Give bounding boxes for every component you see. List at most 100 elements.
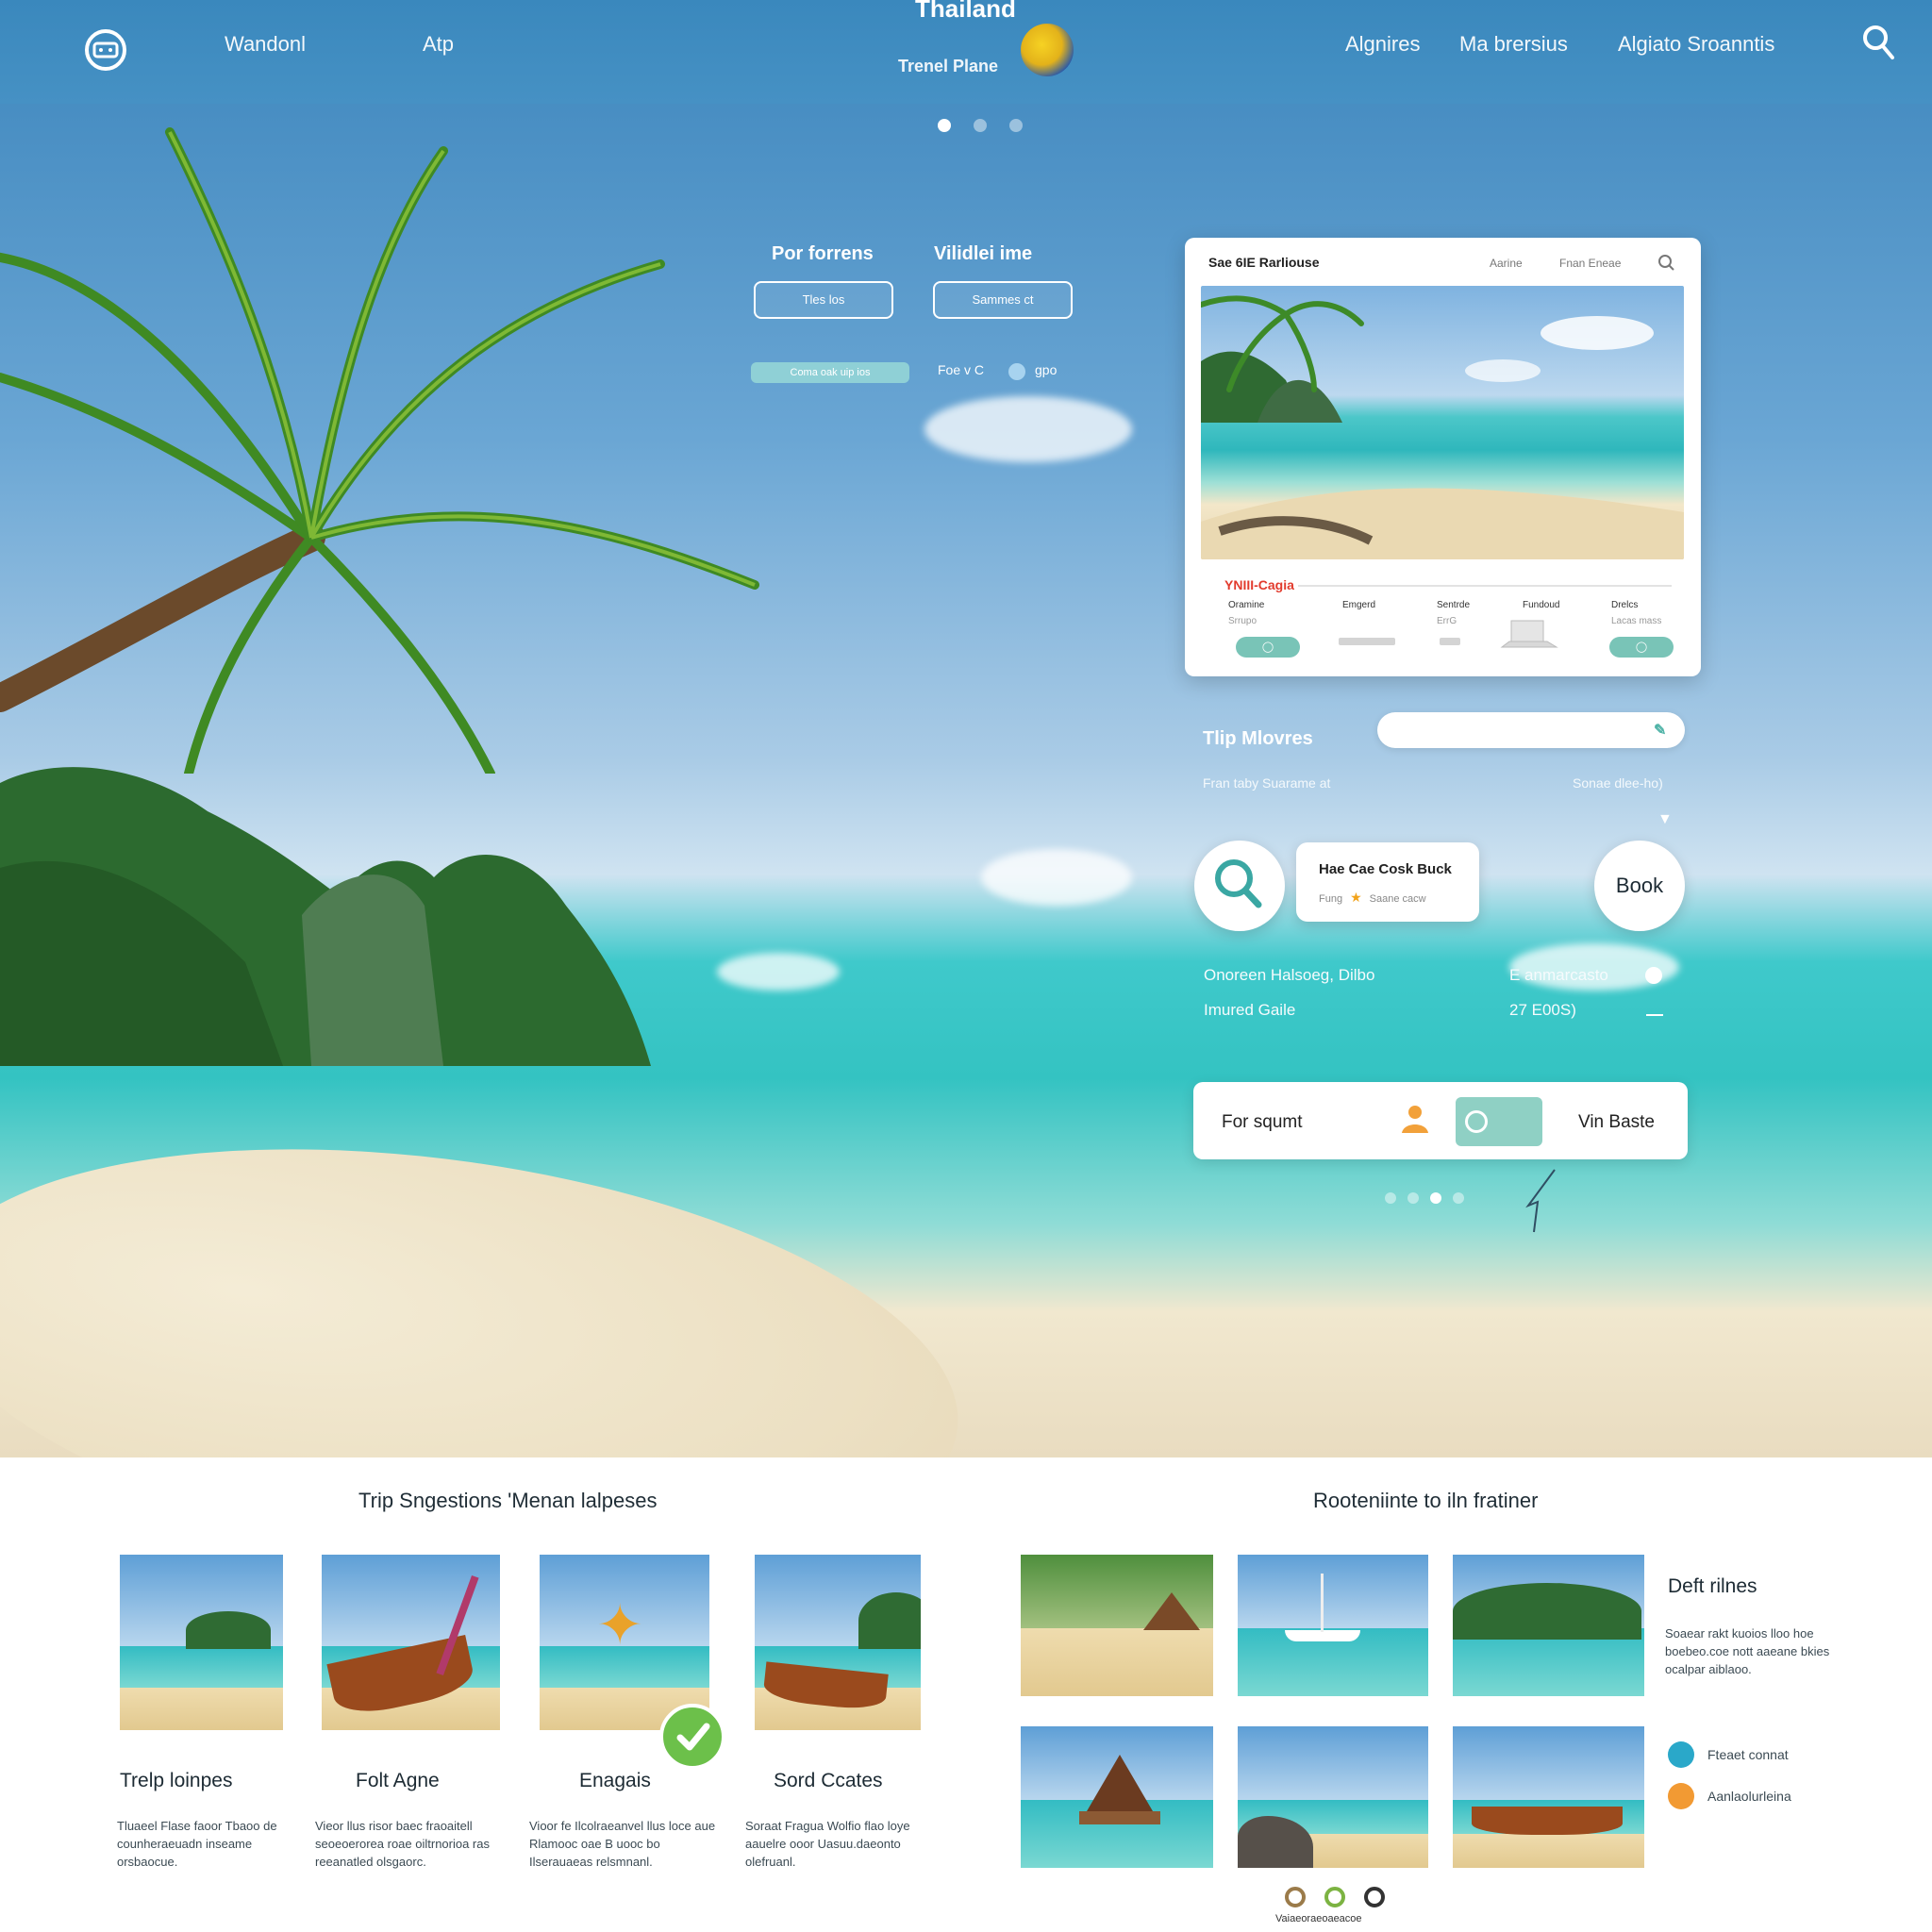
- pager-circle-icon[interactable]: [1285, 1887, 1306, 1907]
- chat-toggle[interactable]: [1456, 1097, 1542, 1146]
- column-label: Oramine: [1228, 600, 1265, 610]
- option-radio[interactable]: [1645, 967, 1662, 984]
- pager-dot[interactable]: [1430, 1192, 1441, 1204]
- preview-column-emgerd: Emgerd: [1342, 600, 1375, 610]
- recommend-image-island[interactable]: [1453, 1555, 1644, 1696]
- filter-label-vilidlei-ime: Vilidlei ime: [934, 243, 1033, 264]
- option-circle-icon: [1668, 1783, 1694, 1809]
- suggestion-description: Tluaeel Flase faoor Tbaoo de counheraeua…: [117, 1819, 277, 1869]
- preview-action-button[interactable]: ◯: [1236, 637, 1300, 658]
- island-cliffs: [0, 767, 651, 1066]
- collapse-icon[interactable]: [1646, 1014, 1663, 1016]
- pager-dot[interactable]: [1453, 1192, 1464, 1204]
- recommend-image-temple[interactable]: [1021, 1726, 1213, 1868]
- book-button[interactable]: Book: [1594, 841, 1685, 931]
- trip-left-caption: Fran taby Suarame at: [1203, 775, 1331, 791]
- wifi-icon: ▼: [1657, 811, 1673, 827]
- suggestion-title[interactable]: Folt Agne: [356, 1770, 440, 1792]
- column-sub: Lacas mass: [1611, 616, 1662, 626]
- recommend-image-sailboat[interactable]: [1238, 1555, 1428, 1696]
- beach-scene-illustration: [1201, 295, 1684, 559]
- star-icon: ✦: [596, 1593, 644, 1657]
- footer-text: Vaiaeoraeoaeacoe: [1275, 1913, 1362, 1924]
- quick-book-card[interactable]: Hae Cae Cosk Buck Fung ★ Saane cacw: [1296, 842, 1479, 922]
- quick-book-title: Hae Cae Cosk Buck: [1319, 861, 1452, 877]
- check-badge-icon[interactable]: [659, 1704, 725, 1770]
- search-icon: [1215, 859, 1262, 908]
- nav-link-atp[interactable]: Atp: [423, 32, 454, 57]
- preview-action-button[interactable]: ◯: [1609, 637, 1674, 658]
- suggestion-description: Soraat Fragua Wolfio flao loye aauelre o…: [745, 1819, 910, 1869]
- recommend-option[interactable]: Aanlaolurleina: [1668, 1783, 1791, 1809]
- palm-tree: [0, 127, 759, 774]
- preview-column-fundoud: Fundoud: [1523, 600, 1559, 610]
- recommend-image-beach-boat[interactable]: [1453, 1726, 1644, 1868]
- action-left-label[interactable]: For squmt: [1222, 1112, 1303, 1133]
- brand-title: Thailand: [915, 0, 1016, 23]
- suggestion-image-longtail-boat[interactable]: [322, 1555, 500, 1730]
- pager-dot[interactable]: [1407, 1192, 1419, 1204]
- carousel-dot[interactable]: [1009, 119, 1023, 132]
- suggestion-title[interactable]: Trelp loinpes: [120, 1770, 232, 1792]
- action-right-label[interactable]: Vin Baste: [1578, 1112, 1655, 1133]
- thai-emblem-icon: [1021, 24, 1074, 76]
- pager-circle-icon[interactable]: [1324, 1887, 1345, 1907]
- quick-book-right: Saane cacw: [1369, 893, 1426, 905]
- preview-column-drelcs: Drelcs Lacas mass: [1611, 600, 1661, 626]
- preview-column-sentrde: Sentrde ErrG: [1437, 600, 1470, 626]
- column-label: Emgerd: [1342, 600, 1376, 610]
- detail-row2-left: Imured Gaile: [1204, 1001, 1296, 1019]
- toggle-left-label: Foe v C: [938, 362, 985, 377]
- beach-sand: [0, 1090, 985, 1457]
- nav-link-wandonl[interactable]: Wandonl: [225, 32, 306, 57]
- brand-subtitle: Trenel Plane: [898, 57, 999, 75]
- trip-moves-title: Tlip Mlovres: [1203, 728, 1313, 749]
- option-label: Aanlaolurleina: [1707, 1789, 1791, 1804]
- column-label: Drelcs: [1611, 600, 1639, 610]
- carousel-dot[interactable]: [938, 119, 951, 132]
- nav-link-ma-brersius[interactable]: Ma brersius: [1459, 32, 1568, 57]
- detail-row1-left: Onoreen Halsoeg, Dilbo: [1204, 966, 1375, 984]
- column-label: Sentrde: [1437, 600, 1471, 610]
- pager-circle-icon[interactable]: [1364, 1887, 1385, 1907]
- laptop-icon: [1500, 620, 1558, 648]
- search-icon[interactable]: [1862, 25, 1894, 60]
- detail-row1-right: E anmarcasto: [1509, 966, 1608, 984]
- nav-link-algnires[interactable]: Algnires: [1345, 32, 1420, 57]
- preview-link-aarine[interactable]: Aarine: [1490, 257, 1523, 270]
- recommend-image-huts[interactable]: [1021, 1555, 1213, 1696]
- option-circle-icon: [1668, 1741, 1694, 1768]
- divider: [1298, 585, 1672, 587]
- toggle-right-label: gpo: [1035, 362, 1058, 377]
- range-bar[interactable]: Coma oak uip ios: [751, 362, 909, 383]
- destination-preview-card: Sae 6IE Rarliouse Aarine Fnan Eneae YNII…: [1185, 238, 1701, 676]
- recommend-option[interactable]: Fteaet connat: [1668, 1741, 1789, 1768]
- preview-link-fnan-eneae[interactable]: Fnan Eneae: [1559, 257, 1621, 270]
- preview-tag: YNIII-Cagia: [1224, 577, 1294, 592]
- search-icon[interactable]: [1657, 253, 1675, 272]
- pager-dot[interactable]: [1385, 1192, 1396, 1204]
- preview-bar: [1339, 638, 1395, 645]
- suggestion-title[interactable]: Sord Ccates: [774, 1770, 883, 1792]
- recommend-side-description: Soaear rakt kuoios lloo hoe boebeo.coe n…: [1665, 1626, 1830, 1676]
- filter-button-tles-los[interactable]: Tles los: [754, 281, 893, 319]
- recommend-image-rocky-shore[interactable]: [1238, 1726, 1428, 1868]
- pointer-cursor-icon: [1525, 1169, 1556, 1233]
- person-icon[interactable]: [1399, 1103, 1431, 1135]
- filter-button-sammes-ct[interactable]: Sammes ct: [933, 281, 1073, 319]
- option-label: Fteaet connat: [1707, 1747, 1789, 1762]
- search-button[interactable]: [1194, 841, 1285, 931]
- carousel-dot[interactable]: [974, 119, 987, 132]
- brand-logo-icon[interactable]: [81, 26, 130, 74]
- top-navigation-bar: Wandonl Atp Thailand Trenel Plane Algnir…: [0, 0, 1932, 104]
- suggestion-image-beach[interactable]: [120, 1555, 283, 1730]
- column-label: Fundoud: [1523, 600, 1560, 610]
- edit-icon[interactable]: ✎: [1654, 721, 1674, 740]
- suggestion-description: Vieor llus risor baec fraoaitell seoeoer…: [315, 1819, 490, 1869]
- toggle-switch[interactable]: [1008, 363, 1025, 380]
- nav-link-algiato-sroanntis[interactable]: Algiato Sroanntis: [1618, 32, 1774, 57]
- suggestion-image-boat-palm[interactable]: [755, 1555, 921, 1730]
- suggestion-title[interactable]: Enagais: [579, 1770, 651, 1792]
- trip-search-input[interactable]: [1377, 712, 1685, 748]
- trip-right-caption: Sonae dlee-ho): [1573, 775, 1663, 791]
